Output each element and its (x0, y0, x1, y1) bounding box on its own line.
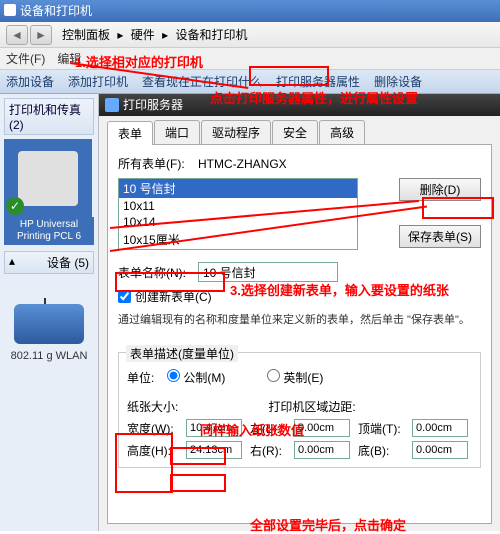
delete-button[interactable]: 删除(D) (399, 178, 481, 201)
server-name-value: HTMC-ZHANGX (198, 157, 287, 171)
bottom-label: 底(B): (358, 442, 408, 459)
crumb-sep-icon: ▸ (117, 28, 123, 42)
desc-section-label: 表单描述(度量单位) (126, 345, 238, 362)
create-new-checkbox[interactable] (118, 290, 131, 303)
menu-bar: 文件(F) 编辑 (0, 48, 500, 70)
crumb-sep-icon: ▸ (162, 28, 168, 42)
dialog-panel: 打印服务器 表单 端口 驱动程序 安全 高级 所有表单(F): HTMC-ZHA… (99, 94, 500, 531)
default-check-icon: ✓ (6, 197, 24, 215)
create-new-label: 创建新表单(C) (135, 288, 212, 305)
sidebar-devices-header[interactable]: ▴ 设备 (5) (4, 251, 94, 274)
top-input[interactable] (412, 419, 468, 437)
menu-file[interactable]: 文件(F) (6, 50, 45, 67)
margin-area-label: 打印机区域边距: (268, 398, 355, 415)
tab-strip: 表单 端口 驱动程序 安全 高级 (99, 116, 500, 144)
forward-button[interactable]: ► (30, 25, 52, 45)
list-item[interactable]: 10 号信封 (119, 179, 357, 198)
cmd-server-props[interactable]: 打印服务器属性 (276, 73, 360, 90)
tab-security[interactable]: 安全 (272, 120, 318, 144)
cmd-remove-device[interactable]: 删除设备 (374, 73, 422, 90)
right-input[interactable] (294, 441, 350, 459)
save-form-button[interactable]: 保存表单(S) (399, 225, 481, 248)
printer-device-label: HP Universal Printing PCL 6 (4, 217, 94, 245)
nav-bar: ◄ ► 控制面板 ▸ 硬件 ▸ 设备和打印机 (0, 22, 500, 48)
height-label: 高度(H): (127, 442, 182, 459)
crumb-hardware[interactable]: 硬件 (131, 28, 155, 42)
back-button[interactable]: ◄ (6, 25, 28, 45)
radio-english[interactable]: 英制(E) (267, 369, 347, 386)
create-hint-text: 通过编辑现有的名称和度量单位来定义新的表单，然后单击 "保存表单"。 (118, 311, 481, 327)
wlan-device-label: 802.11 g WLAN (4, 350, 94, 362)
form-name-input[interactable] (198, 262, 338, 282)
tab-forms[interactable]: 表单 (107, 121, 153, 145)
width-input[interactable] (186, 419, 242, 437)
printer-device-icon[interactable]: ✓ (4, 139, 92, 217)
list-item[interactable]: 10x14 (119, 214, 357, 230)
bottom-input[interactable] (412, 441, 468, 459)
list-item[interactable]: 10x15厘米 (119, 230, 357, 249)
tab-body: 所有表单(F): HTMC-ZHANGX 10 号信封 10x11 10x14 … (107, 144, 492, 524)
wlan-device-icon[interactable] (14, 304, 84, 344)
right-label: 右(R): (250, 442, 290, 459)
command-bar: 添加设备 添加打印机 查看现在正在打印什么 打印服务器属性 删除设备 (0, 70, 500, 94)
crumb-control-panel[interactable]: 控制面板 (62, 28, 110, 42)
cmd-add-device[interactable]: 添加设备 (6, 73, 54, 90)
tab-ports[interactable]: 端口 (154, 120, 200, 144)
sidebar-printers-header[interactable]: 打印机和传真 (2) (4, 98, 94, 135)
unit-label: 单位: (127, 369, 167, 386)
window-title: 设备和打印机 (20, 4, 92, 18)
window-titlebar: 设备和打印机 (0, 0, 500, 22)
list-item[interactable]: 10x11 (119, 198, 357, 214)
cmd-add-printer[interactable]: 添加打印机 (68, 73, 128, 90)
paper-size-label: 纸张大小: (127, 398, 178, 415)
crumb-devices[interactable]: 设备和打印机 (175, 28, 247, 42)
menu-edit[interactable]: 编辑 (57, 50, 81, 67)
desc-fieldset: 单位: 公制(M) 英制(E) 纸张大小: 打印机区域边距: 宽度(W): 左(… (118, 352, 481, 468)
left-label: 左(L): (250, 420, 290, 437)
radio-metric[interactable]: 公制(M) (167, 369, 247, 386)
width-label: 宽度(W): (127, 420, 182, 437)
left-input[interactable] (294, 419, 350, 437)
dialog-titlebar: 打印服务器 (99, 94, 500, 116)
tab-advanced[interactable]: 高级 (319, 120, 365, 144)
sidebar: 打印机和传真 (2) ✓ HP Universal Printing PCL 6… (0, 94, 99, 531)
breadcrumb[interactable]: 控制面板 ▸ 硬件 ▸ 设备和打印机 (60, 26, 249, 43)
top-label: 顶端(T): (358, 420, 408, 437)
all-forms-label: 所有表单(F): (118, 155, 198, 172)
height-input[interactable] (186, 441, 242, 459)
cmd-view-queue[interactable]: 查看现在正在打印什么 (142, 73, 262, 90)
form-name-label: 表单名称(N): (118, 264, 198, 281)
devices-collapse-icon[interactable]: ▴ (9, 254, 15, 271)
tab-drivers[interactable]: 驱动程序 (201, 120, 271, 144)
forms-listbox[interactable]: 10 号信封 10x11 10x14 10x15厘米 (118, 178, 358, 250)
